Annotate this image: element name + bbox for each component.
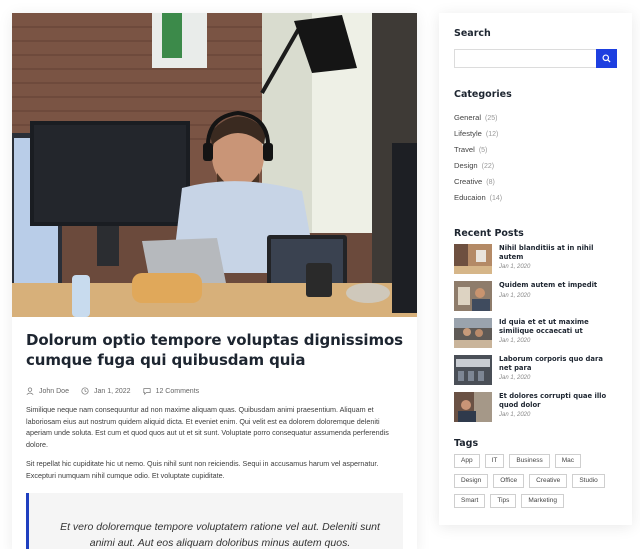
recent-posts-widget-title: Recent Posts [454,228,524,239]
category-count: (12) [485,131,499,138]
tag-cloud: App IT Business Mac Design Office Creati… [454,454,619,514]
recent-post-item[interactable]: Laborum corporis quo dara net para Jan 1… [454,355,617,385]
tag-design[interactable]: Design [454,474,489,488]
search-button[interactable] [596,49,617,68]
category-label: Creative [454,177,483,186]
category-count: (5) [478,147,488,154]
recent-post-item[interactable]: Quidem autem et impedit Jan 1, 2020 [454,281,617,311]
office-photo [12,13,417,317]
recent-post-title[interactable]: Laborum corporis quo dara net para [499,355,617,372]
clock-icon [81,387,89,395]
post-paragraph: Sit repellat hic cupiditate hic ut nemo.… [26,459,379,480]
tag-tips[interactable]: Tips [490,494,517,508]
sidebar: Search Categories General (25) Lifestyle(… [439,13,632,525]
post-date: Jan 1, 2022 [93,387,131,395]
recent-post-date: Jan 1, 2020 [499,292,531,299]
category-item-general[interactable]: General (25) [454,110,617,126]
recent-post-date: Jan 1, 2020 [499,338,531,344]
category-list: General (25) Lifestyle (12) Travel (5) Desi… [454,110,617,206]
recent-post-title[interactable]: Et dolores corrupti quae illo quod dolor [499,392,617,409]
post-meta: John Doe Jan 1, 2022 12 Comments [26,387,403,395]
comment-icon [143,388,151,395]
recent-post-item[interactable]: Nihil blanditiis at in nihil autem Jan 1… [454,244,617,274]
category-count: (22) [481,163,495,170]
recent-post-item[interactable]: Id quia et et ut maxime similique occaec… [454,318,617,348]
recent-post-date: Jan 1, 2020 [499,412,531,418]
category-item-education[interactable]: Educaion (14) [454,190,617,206]
tag-office[interactable]: Office [493,474,525,488]
recent-post-thumbnail[interactable] [454,318,492,348]
meta-date[interactable]: Jan 1, 2022 [81,387,131,395]
meta-author[interactable]: John Doe [26,387,69,395]
post-paragraph: Similique neque nam consequuntur ad non … [26,405,389,449]
tag-mac[interactable]: Mac [554,454,582,468]
recent-post-title[interactable]: Id quia et et ut maxime similique occaec… [499,318,617,335]
tag-studio[interactable]: Studio [572,474,605,488]
recent-post-item[interactable]: Et dolores corrupti quae illo quod dolor… [454,392,617,422]
recent-post-date: Jan 1, 2020 [499,264,531,270]
category-item-lifestyle[interactable]: Lifestyle (12) [454,126,617,142]
post-hero-image [12,13,417,317]
recent-posts-list: Nihil blanditiis at in nihil autem Jan 1… [454,244,617,422]
meta-comments[interactable]: 12 Comments [143,387,200,395]
recent-post-title[interactable]: Quidem autem et impedit [499,281,617,290]
tag-it[interactable]: IT [484,454,505,468]
category-item-travel[interactable]: Travel (5) [454,142,617,158]
post-blockquote: Et vero doloremque tempore voluptatem ra… [26,493,403,549]
category-item-design[interactable]: Design (22) [454,158,617,174]
tag-marketing[interactable]: Marketing [521,494,564,508]
recent-post-thumbnail[interactable] [454,355,492,385]
category-label: General [454,113,482,122]
tag-creative[interactable]: Creative [529,474,568,488]
search-input[interactable] [454,49,596,68]
tag-smart[interactable]: Smart [454,494,486,508]
recent-post-date: Jan 1, 2020 [499,375,531,381]
tag-app[interactable]: App [454,454,480,468]
search-icon [602,54,611,63]
category-label: Lifestyle [454,129,482,138]
comment-count: 12 Comments [155,387,200,395]
category-item-creative[interactable]: Creative (8) [454,174,617,190]
search-form [454,49,617,68]
blog-post-card: Dolorum optio tempore voluptas dignissim… [12,13,417,549]
categories-widget-title: Categories [454,89,512,100]
category-count: (14) [489,195,503,202]
user-icon [26,387,34,395]
recent-post-thumbnail[interactable] [454,392,492,422]
author-name: John Doe [39,387,69,395]
tags-widget-title: Tags [454,438,479,449]
search-widget-title: Search [454,28,491,39]
category-count: (25) [485,115,498,122]
post-title[interactable]: Dolorum optio tempore voluptas dignissim… [26,330,403,370]
recent-post-thumbnail[interactable] [454,244,492,274]
category-label: Travel [454,145,475,154]
category-count: (8) [486,179,495,186]
tag-business[interactable]: Business [509,454,550,468]
category-label: Design [454,161,478,170]
category-label: Educaion [454,193,486,202]
recent-post-thumbnail[interactable] [454,281,492,311]
recent-post-title[interactable]: Nihil blanditiis at in nihil autem [499,244,617,261]
